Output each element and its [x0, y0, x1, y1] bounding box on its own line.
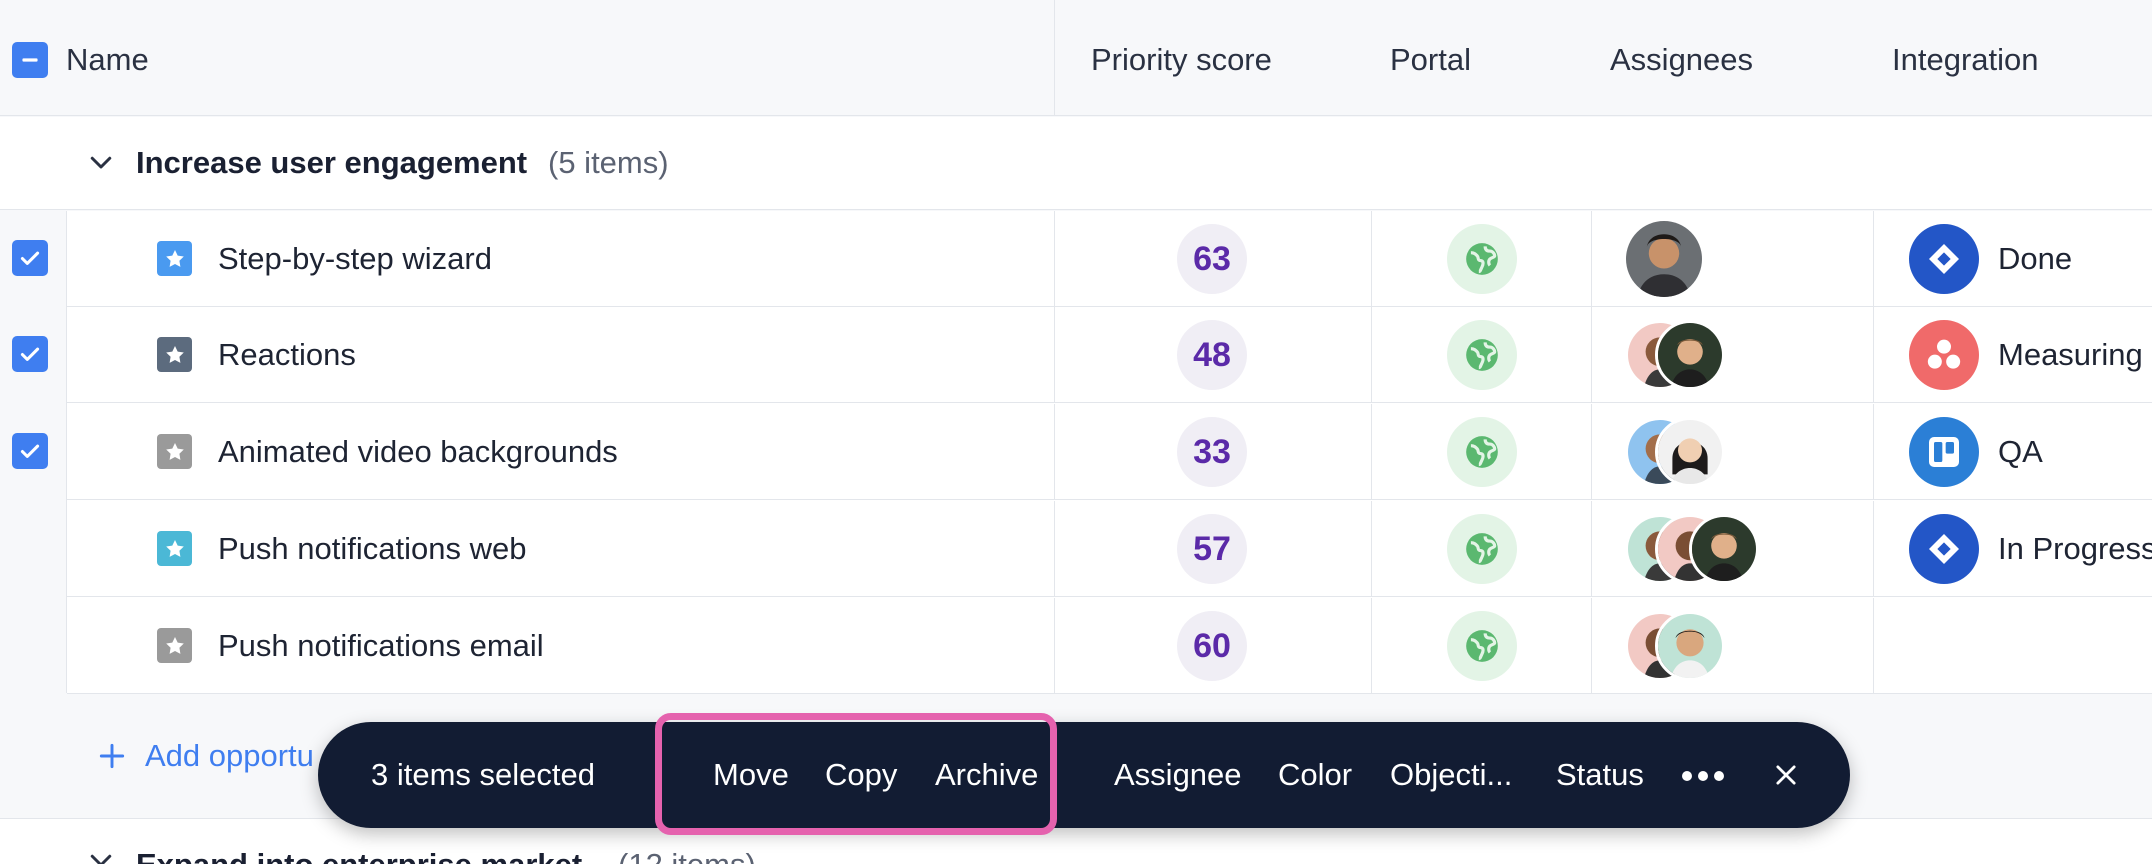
row-name[interactable]: Push notifications web: [218, 529, 526, 569]
table-header: Name Priority score Portal Assignees Int…: [0, 0, 2152, 116]
assignee-button[interactable]: Assignee: [1114, 755, 1242, 795]
priority-score: 63: [1177, 224, 1247, 294]
star-icon: [157, 337, 192, 372]
column-header-integration[interactable]: Integration: [1892, 40, 2039, 80]
group-count: (12 items): [618, 845, 756, 864]
priority-score: 33: [1177, 417, 1247, 487]
table-row[interactable]: Animated video backgrounds 33 QA: [67, 404, 2152, 500]
plus-icon[interactable]: [96, 740, 128, 772]
star-icon: [157, 531, 192, 566]
group-row[interactable]: Increase user engagement (5 items): [0, 117, 2152, 210]
table-row[interactable]: Push notifications email 60: [67, 598, 2152, 694]
avatar[interactable]: [1655, 320, 1725, 390]
check-icon: [20, 251, 40, 265]
cell-divider: [1371, 211, 1372, 307]
jira-icon[interactable]: [1909, 224, 1979, 294]
table-row[interactable]: Step-by-step wizard 63 Done: [67, 211, 2152, 307]
cell-divider: [1591, 404, 1592, 500]
avatar[interactable]: [1655, 417, 1725, 487]
portal-globe-icon[interactable]: [1447, 514, 1517, 584]
group-title: Increase user engagement: [136, 145, 528, 180]
cell-divider: [1371, 501, 1372, 597]
archive-button[interactable]: Archive: [935, 755, 1038, 795]
bulk-action-toolbar: 3 items selected Move Copy Archive Assig…: [318, 713, 1850, 835]
portal-globe-icon[interactable]: [1447, 611, 1517, 681]
asana-icon[interactable]: [1909, 320, 1979, 390]
cell-divider: [1054, 501, 1055, 597]
integration-status: Done: [1998, 241, 2073, 276]
priority-score: 48: [1177, 320, 1247, 390]
portal-globe-icon[interactable]: [1447, 320, 1517, 390]
row-checkbox[interactable]: [12, 240, 48, 276]
cell-divider: [1873, 501, 1874, 597]
cell-divider: [1371, 307, 1372, 403]
cell-divider: [1873, 307, 1874, 403]
avatar[interactable]: [1689, 514, 1759, 584]
priority-score: 57: [1177, 514, 1247, 584]
cell-divider: [1873, 404, 1874, 500]
avatar[interactable]: [1655, 611, 1725, 681]
copy-button[interactable]: Copy: [825, 755, 897, 795]
table-body: Step-by-step wizard 63 Done Reactions 48: [66, 211, 2152, 694]
cell-divider: [1054, 307, 1055, 403]
table-row[interactable]: Reactions 48 Measuring: [67, 307, 2152, 403]
column-header-priority-score[interactable]: Priority score: [1091, 40, 1272, 80]
column-header-name[interactable]: Name: [66, 40, 149, 80]
check-icon: [20, 444, 40, 458]
integration-status: Measuring: [1998, 337, 2143, 372]
star-icon: [157, 434, 192, 469]
status-button[interactable]: Status: [1556, 755, 1644, 795]
cell-divider: [1371, 404, 1372, 500]
priority-score: 60: [1177, 611, 1247, 681]
select-all-checkbox[interactable]: [12, 42, 48, 78]
row-name[interactable]: Push notifications email: [218, 626, 544, 666]
cell-divider: [1591, 307, 1592, 403]
chevron-down-icon[interactable]: [86, 147, 116, 177]
cell-divider: [1873, 211, 1874, 307]
row-name[interactable]: Reactions: [218, 335, 356, 375]
close-icon[interactable]: [1772, 761, 1800, 789]
star-icon: [157, 241, 192, 276]
row-checkbox[interactable]: [12, 433, 48, 469]
more-options-icon[interactable]: [1682, 771, 1724, 781]
integration-status: QA: [1998, 434, 2043, 469]
chevron-down-icon[interactable]: [86, 845, 116, 864]
move-button[interactable]: Move: [713, 755, 789, 795]
portal-globe-icon[interactable]: [1447, 224, 1517, 294]
minus-icon: [22, 58, 38, 62]
avatar[interactable]: [1626, 221, 1702, 297]
row-name[interactable]: Animated video backgrounds: [218, 432, 618, 472]
cell-divider: [1591, 211, 1592, 307]
column-header-assignees[interactable]: Assignees: [1610, 40, 1753, 80]
group-count: (5 items): [548, 145, 669, 180]
jira-icon[interactable]: [1909, 514, 1979, 584]
selection-count: 3 items selected: [371, 757, 595, 792]
integration-status: In Progress: [1998, 531, 2152, 566]
table-row[interactable]: Push notifications web 57 In Progress: [67, 501, 2152, 597]
portal-globe-icon[interactable]: [1447, 417, 1517, 487]
objective-button[interactable]: Objecti...: [1390, 755, 1512, 795]
cell-divider: [1054, 404, 1055, 500]
add-opportunity-link[interactable]: Add opportu: [145, 736, 314, 776]
cell-divider: [1591, 598, 1592, 694]
cell-divider: [1591, 501, 1592, 597]
cell-divider: [1054, 598, 1055, 694]
row-name[interactable]: Step-by-step wizard: [218, 239, 492, 279]
color-button[interactable]: Color: [1278, 755, 1352, 795]
check-icon: [20, 347, 40, 361]
column-divider: [1054, 0, 1055, 116]
cell-divider: [1054, 211, 1055, 307]
trello-icon[interactable]: [1909, 417, 1979, 487]
cell-divider: [1873, 598, 1874, 694]
column-header-portal[interactable]: Portal: [1390, 40, 1471, 80]
star-icon: [157, 628, 192, 663]
group-title: Expand into enterprise market: [136, 845, 582, 864]
row-checkbox[interactable]: [12, 336, 48, 372]
cell-divider: [1371, 598, 1372, 694]
